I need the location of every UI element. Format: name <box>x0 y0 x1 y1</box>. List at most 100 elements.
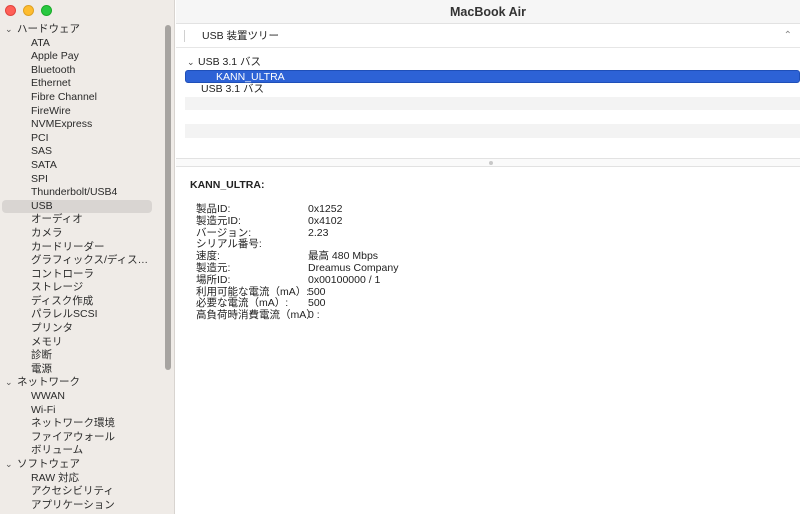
usb-bus-label: USB 3.1 バス <box>198 56 262 68</box>
usb-device-tree: ⌄ USB 3.1 バス KANN_ULTRA USB 3.1 バス <box>185 56 800 151</box>
sidebar-item-label: ネットワーク <box>17 376 80 389</box>
usb-tree-title: USB 装置ツリー <box>202 30 280 42</box>
close-window-button[interactable] <box>5 5 16 16</box>
sidebar-item[interactable]: Fibre Channel <box>0 91 165 105</box>
sidebar-item[interactable]: NVMExpress <box>0 118 165 132</box>
sidebar-item[interactable]: Apple Pay <box>0 50 165 64</box>
chevron-down-icon[interactable]: ⌄ <box>185 56 198 70</box>
sidebar-item-label: Apple Pay <box>31 50 79 63</box>
sidebar-item[interactable]: 電源 <box>0 363 165 377</box>
property-value: 0 <box>308 309 314 322</box>
sidebar-item[interactable]: パラレルSCSI <box>0 308 165 322</box>
sidebar-item-label: アプリケーション <box>31 498 115 511</box>
sidebar-item-label: ATA <box>31 36 50 49</box>
sidebar-item-label: USB <box>31 199 53 212</box>
sidebar-item-label: FireWire <box>31 104 71 117</box>
sidebar-item-label: グラフィックス/ディス… <box>31 254 149 267</box>
sidebar-item[interactable]: ファイアウォール <box>0 431 165 445</box>
chevron-down-icon[interactable]: ⌄ <box>5 376 17 390</box>
sidebar-item[interactable]: WWAN <box>0 390 165 404</box>
sidebar-item-label: Thunderbolt/USB4 <box>31 186 118 199</box>
sidebar-item[interactable]: ストレージ <box>0 281 165 295</box>
sidebar-item-label: ハードウェア <box>17 23 80 35</box>
sidebar-item-label: カードリーダー <box>31 240 105 253</box>
sidebar-scrollbar[interactable] <box>164 25 172 370</box>
sidebar-item-label: パラレルSCSI <box>31 308 98 321</box>
property-value: 0x00100000 / 1 <box>308 273 381 286</box>
property-key: 製造元ID: <box>196 214 241 227</box>
sidebar-item[interactable]: ATA <box>0 37 165 51</box>
sidebar-item-label: カメラ <box>31 226 63 239</box>
sidebar-item-label: オーディオ <box>31 213 83 226</box>
property-key: 製造元: <box>196 261 231 274</box>
sidebar-item[interactable]: Wi-Fi <box>0 404 165 418</box>
usb-device-label: KANN_ULTRA <box>216 70 285 83</box>
usb-bus-row-2[interactable]: USB 3.1 バス <box>185 83 800 97</box>
usb-bus-row-1[interactable]: ⌄ USB 3.1 バス <box>185 56 800 70</box>
sidebar-item-selected[interactable]: USB <box>2 199 152 214</box>
window-controls <box>5 5 52 16</box>
sidebar-item[interactable]: SAS <box>0 145 165 159</box>
property-value: Dreamus Company <box>308 261 399 274</box>
sidebar-item[interactable]: RAW 対応 <box>0 472 165 486</box>
sidebar-item[interactable]: ディスク作成 <box>0 295 165 309</box>
sidebar-scroll-thumb[interactable] <box>165 25 171 370</box>
chevron-up-icon[interactable]: ⌃ <box>784 24 792 48</box>
header-separator <box>184 30 185 42</box>
sidebar-item-label: ネットワーク環境 <box>31 417 115 430</box>
sidebar-item-label: Bluetooth <box>31 63 76 76</box>
sidebar-item[interactable]: カードリーダー <box>0 241 165 255</box>
sidebar-item[interactable]: アプリケーション <box>0 499 165 513</box>
sidebar-item-label: コントローラ <box>31 267 94 280</box>
sidebar-item[interactable]: Bluetooth <box>0 64 165 78</box>
window-title: MacBook Air <box>176 0 800 24</box>
sidebar-item[interactable]: オーディオ <box>0 213 165 227</box>
chevron-down-icon[interactable]: ⌄ <box>5 23 17 37</box>
sidebar-item[interactable]: プリンタ <box>0 322 165 336</box>
detail-title: KANN_ULTRA: <box>190 179 265 191</box>
sidebar-item-label: NVMExpress <box>31 118 93 131</box>
chevron-down-icon[interactable]: ⌄ <box>5 458 17 472</box>
sidebar-item[interactable]: Ethernet <box>0 77 165 91</box>
minimize-window-button[interactable] <box>23 5 34 16</box>
sidebar-item[interactable]: アクセシビリティ <box>0 485 165 499</box>
sidebar-item-label: RAW 対応 <box>31 471 80 484</box>
sidebar-item[interactable]: FireWire <box>0 105 165 119</box>
sidebar-item[interactable]: メモリ <box>0 336 165 350</box>
property-key: 高負荷時消費電流（mA）: <box>196 309 320 322</box>
sidebar-item[interactable]: Thunderbolt/USB4 <box>0 186 165 200</box>
sidebar-item[interactable]: コントローラ <box>0 268 165 282</box>
sidebar-item-label: プリンタ <box>31 322 73 335</box>
property-key: 場所ID: <box>196 273 231 286</box>
sidebar-item[interactable]: ボリューム <box>0 444 165 458</box>
sidebar-item-label: ボリューム <box>31 444 84 457</box>
sidebar-item-label: ソフトウェア <box>17 458 80 470</box>
sidebar-item[interactable]: グラフィックス/ディス… <box>0 254 165 268</box>
sidebar-item-label: SATA <box>31 158 57 171</box>
sidebar-group[interactable]: ⌄ ネットワーク <box>0 376 165 390</box>
sidebar-item-label: SAS <box>31 145 53 158</box>
zoom-window-button[interactable] <box>41 5 52 16</box>
sidebar-item-label: Fibre Channel <box>31 90 97 103</box>
property-value <box>308 239 790 251</box>
usb-tree-header[interactable]: USB 装置ツリー ⌃ <box>176 24 800 48</box>
sidebar-item[interactable]: カメラ <box>0 227 165 241</box>
property-value: 2.23 <box>308 226 329 239</box>
divider-grip-icon[interactable] <box>489 161 493 165</box>
sidebar-group[interactable]: ⌄ ハードウェア <box>0 23 165 37</box>
sidebar-group[interactable]: ⌄ ソフトウェア <box>0 458 165 472</box>
empty-row <box>185 110 800 124</box>
sidebar-item[interactable]: ネットワーク環境 <box>0 417 165 431</box>
empty-row <box>185 96 800 111</box>
sidebar-item-label: Wi-Fi <box>31 403 56 416</box>
property-value: 500 <box>308 297 326 310</box>
usb-device-row-selected[interactable]: KANN_ULTRA <box>185 69 800 84</box>
split-view-divider[interactable] <box>176 158 800 167</box>
sidebar-item[interactable]: SPI <box>0 173 165 187</box>
sidebar-item[interactable]: 診断 <box>0 349 165 363</box>
sidebar-item[interactable]: SATA <box>0 159 165 173</box>
sidebar-item[interactable]: PCI <box>0 132 165 146</box>
empty-row <box>185 138 800 152</box>
sidebar-item-label: ファイアウォール <box>31 430 115 443</box>
sidebar-item-label: PCI <box>31 131 49 144</box>
